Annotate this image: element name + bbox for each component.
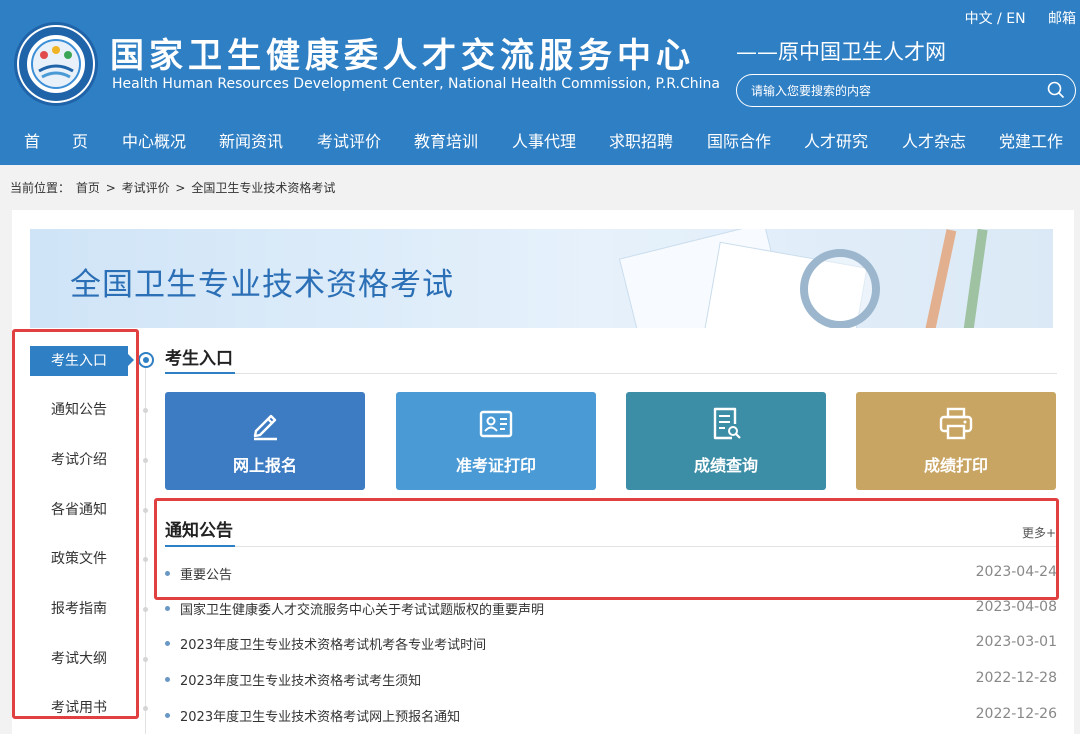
tile-label: 成绩查询 [693, 456, 758, 475]
bullet-icon [165, 677, 170, 682]
printer-icon [939, 407, 973, 440]
breadcrumb-separator: > [105, 181, 116, 195]
nav-item-jobs[interactable]: 求职招聘 [609, 128, 673, 152]
admission-ticket-print-tile[interactable]: 准考证打印 [396, 392, 596, 490]
section-divider [165, 373, 1057, 374]
timeline-active-dot [138, 352, 154, 368]
timeline-dot [143, 508, 148, 513]
breadcrumb-item-exam[interactable]: 考试评价 [122, 181, 170, 195]
notice-title[interactable]: 2023年度卫生专业技术资格考试考生须知 [180, 670, 421, 689]
nav-item-personnel[interactable]: 人事代理 [512, 128, 576, 152]
nav-item-international[interactable]: 国际合作 [707, 128, 771, 152]
notice-title[interactable]: 2023年度卫生专业技术资格考试网上预报名通知 [180, 706, 460, 725]
notice-item[interactable]: 2023年度卫生专业技术资格考试机考各专业考试时间 2023-03-01 [165, 632, 1057, 656]
score-print-tile[interactable]: 成绩打印 [856, 392, 1056, 490]
notice-highlight-box [154, 498, 1059, 600]
site-slogan: ——原中国卫生人才网 [736, 40, 946, 64]
nav-item-exam[interactable]: 考试评价 [317, 128, 381, 152]
tile-label: 网上报名 [232, 456, 297, 475]
entry-section-title: 考生入口 [165, 349, 233, 369]
top-links: 中文 / EN 邮箱 [947, 8, 1076, 28]
bullet-icon [165, 713, 170, 718]
language-switch-link[interactable]: 中文 / EN [965, 11, 1026, 27]
timeline-dot [143, 607, 148, 612]
magnifier-icon [800, 249, 880, 328]
page-banner: 全国卫生专业技术资格考试 [30, 229, 1053, 328]
mail-link[interactable]: 邮箱 [1048, 11, 1076, 27]
breadcrumb: 当前位置： 首页 > 考试评价 > 全国卫生专业技术资格考试 [10, 179, 337, 196]
sidebar-highlight-box [12, 329, 139, 719]
pencil-icon [253, 414, 277, 441]
nav-item-training[interactable]: 教育培训 [414, 128, 478, 152]
section-title-underline [165, 372, 235, 374]
nav-item-home[interactable]: 首 页 [24, 128, 88, 152]
notice-item[interactable]: 2023年度卫生专业技术资格考试考生须知 2022-12-28 [165, 668, 1057, 692]
nav-item-about[interactable]: 中心概况 [122, 128, 186, 152]
notice-title[interactable]: 2023年度卫生专业技术资格考试机考各专业考试时间 [180, 634, 486, 653]
nav-item-magazine[interactable]: 人才杂志 [902, 128, 966, 152]
site-header: 国家卫生健康委人才交流服务中心 Health Human Resources D… [0, 0, 1080, 165]
site-title: 国家卫生健康委人才交流服务中心 [110, 36, 695, 76]
site-subtitle: Health Human Resources Development Cente… [112, 76, 720, 92]
timeline-dot [143, 557, 148, 562]
banner-title: 全国卫生专业技术资格考试 [70, 267, 454, 303]
timeline-dot [143, 458, 148, 463]
center-logo[interactable] [14, 22, 98, 106]
breadcrumb-separator: > [175, 181, 186, 195]
nav-item-party[interactable]: 党建工作 [999, 128, 1063, 152]
tile-label: 成绩打印 [923, 456, 988, 475]
notice-date: 2023-03-01 [975, 634, 1057, 650]
document-search-icon [713, 407, 741, 440]
notice-date: 2022-12-26 [975, 706, 1057, 722]
tile-label: 准考证打印 [455, 456, 536, 475]
search-input[interactable] [751, 82, 1031, 100]
main-nav: 首 页 中心概况 新闻资讯 考试评价 教育培训 人事代理 求职招聘 国际合作 人… [0, 120, 1080, 160]
breadcrumb-item-current[interactable]: 全国卫生专业技术资格考试 [191, 181, 335, 195]
pencil-icon [962, 229, 988, 328]
search-box [736, 74, 1076, 107]
timeline-line [145, 368, 146, 734]
bullet-icon [165, 641, 170, 646]
timeline-dot [143, 706, 148, 711]
notice-date: 2023-04-08 [975, 599, 1057, 615]
score-query-tile[interactable]: 成绩查询 [626, 392, 826, 490]
notice-date: 2022-12-28 [975, 670, 1057, 686]
nav-item-research[interactable]: 人才研究 [804, 128, 868, 152]
id-card-icon [479, 410, 513, 438]
breadcrumb-item-home[interactable]: 首页 [76, 181, 100, 195]
breadcrumb-prefix: 当前位置： [10, 181, 71, 195]
logo-emblem-icon [19, 27, 93, 101]
timeline-dot [143, 408, 148, 413]
nav-item-news[interactable]: 新闻资讯 [219, 128, 283, 152]
bullet-icon [165, 606, 170, 611]
online-registration-tile[interactable]: 网上报名 [165, 392, 365, 490]
notice-item[interactable]: 2023年度卫生专业技术资格考试网上预报名通知 2022-12-26 [165, 704, 1057, 728]
search-icon[interactable] [1047, 81, 1065, 99]
notice-title[interactable]: 国家卫生健康委人才交流服务中心关于考试试题版权的重要声明 [180, 599, 544, 618]
timeline-dot [143, 657, 148, 662]
notice-item[interactable]: 国家卫生健康委人才交流服务中心关于考试试题版权的重要声明 2023-04-08 [165, 597, 1057, 621]
pen-icon [923, 229, 957, 328]
